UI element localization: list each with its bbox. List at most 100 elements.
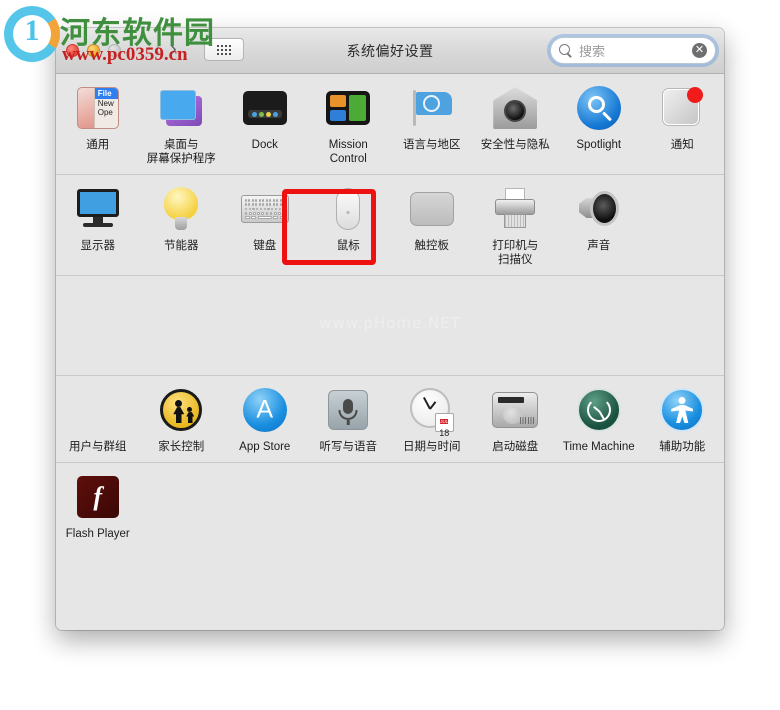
pref-pane-label: 通知: [670, 139, 694, 151]
accessibility-icon: [658, 386, 706, 434]
section-hardware: 显示器 节能器 键盘 鼠标 触控板 打印机与 扫描仪 声音: [56, 174, 724, 275]
pref-pane-flash-player[interactable]: f Flash Player: [56, 463, 140, 549]
time-machine-icon: [575, 386, 623, 434]
search-icon: [559, 43, 573, 58]
date-time-icon: JUL 18: [408, 386, 456, 438]
pane-grid-spacer: [474, 463, 558, 549]
pref-pane-label: 安全性与隐私: [480, 139, 550, 151]
energy-saver-icon: [157, 185, 205, 233]
pane-grid-other: f Flash Player: [56, 463, 724, 549]
pref-pane-label: 声音: [587, 240, 611, 253]
pane-grid-system: 用户与群组 家长控制 A App Store 听写与语音 JUL 18 日期与时…: [56, 376, 724, 462]
general-icon-new-label: New: [97, 99, 114, 108]
app-store-icon: A: [241, 386, 289, 434]
pref-pane-energy-saver[interactable]: 节能器: [140, 175, 224, 275]
pref-pane-label: 桌面与 屏幕保护程序: [146, 139, 216, 166]
pane-grid-spacer: [557, 463, 641, 549]
pref-pane-label: 节能器: [164, 240, 199, 253]
pref-pane-label: 日期与时间: [403, 441, 461, 454]
pref-pane-sound[interactable]: 声音: [557, 175, 641, 275]
pref-pane-language-region[interactable]: 语言与地区: [390, 74, 474, 174]
pref-pane-label: 键盘: [253, 240, 277, 253]
mouse-icon: [324, 185, 372, 233]
pref-pane-trackpad[interactable]: 触控板: [390, 175, 474, 275]
app-store-glyph: A: [256, 395, 274, 424]
pref-pane-printers-scanners[interactable]: 打印机与 扫描仪: [474, 175, 558, 275]
pref-pane-users-groups[interactable]: 用户与群组: [56, 376, 140, 462]
printers-scanners-icon: [491, 185, 539, 233]
pref-pane-label: 鼠标: [336, 240, 360, 253]
preferences-body: File New Ope 通用 桌面与 屏幕保护程序 Dock Mission …: [56, 74, 724, 630]
pref-pane-label: Flash Player: [65, 528, 130, 541]
sound-icon: [575, 185, 623, 233]
pref-pane-notifications[interactable]: 通知: [641, 74, 725, 174]
screenshot-root: ‹ › 系统偏好设置 搜索 ✕ File New Ope 通用 桌面与 屏幕保护…: [0, 0, 780, 710]
pref-pane-keyboard[interactable]: 键盘: [223, 175, 307, 275]
general-icon: File New Ope: [74, 84, 122, 132]
displays-icon: [74, 185, 122, 233]
pref-pane-label: Spotlight: [576, 139, 622, 151]
calendar-month-label: JUL: [440, 419, 449, 425]
notifications-icon: [658, 84, 706, 132]
pref-pane-label: 打印机与 扫描仪: [492, 240, 539, 267]
site-url-watermark: www.pc0359.cn: [62, 44, 188, 65]
pane-grid-spacer: [223, 463, 307, 549]
pref-pane-spotlight[interactable]: Spotlight: [557, 74, 641, 174]
pref-pane-parental-controls[interactable]: 家长控制: [140, 376, 224, 462]
pref-pane-mission-control[interactable]: Mission Control: [307, 74, 391, 174]
spotlight-icon: [575, 84, 623, 132]
pref-pane-desktop-screensaver[interactable]: 桌面与 屏幕保护程序: [140, 74, 224, 174]
calendar-day-label: 18: [439, 428, 450, 439]
users-groups-icon: [74, 386, 122, 434]
pref-pane-dictation-speech[interactable]: 听写与语音: [307, 376, 391, 462]
pref-pane-mouse[interactable]: 鼠标: [307, 175, 391, 275]
pane-grid-spacer: [641, 175, 725, 275]
security-privacy-icon: [491, 84, 539, 132]
pane-grid-spacer: [390, 463, 474, 549]
section-internet-accounts: www.pHome.NET: [56, 275, 724, 375]
system-preferences-window: ‹ › 系统偏好设置 搜索 ✕ File New Ope 通用 桌面与 屏幕保护…: [56, 28, 724, 630]
flash-glyph: f: [93, 482, 103, 512]
flash-player-icon: f: [74, 473, 122, 521]
site-logo-glyph: 1: [24, 14, 40, 47]
desktop-screensaver-icon: [157, 84, 205, 132]
pref-pane-label: 辅助功能: [659, 441, 706, 454]
startup-disk-icon: [491, 386, 539, 434]
pref-pane-label: Time Machine: [562, 441, 635, 454]
pref-pane-label: Dock: [251, 139, 278, 151]
pref-pane-displays[interactable]: 显示器: [56, 175, 140, 275]
trackpad-icon: [408, 185, 456, 233]
pref-pane-label: 触控板: [414, 240, 450, 253]
pref-pane-accessibility[interactable]: 辅助功能: [641, 376, 725, 462]
pref-pane-general[interactable]: File New Ope 通用: [56, 74, 140, 174]
section-system: 用户与群组 家长控制 A App Store 听写与语音 JUL 18 日期与时…: [56, 375, 724, 462]
parental-controls-icon: [157, 386, 205, 434]
pref-pane-label: 听写与语音: [319, 441, 378, 454]
pref-pane-label: 用户与群组: [69, 441, 127, 454]
pane-grid-spacer: [307, 463, 391, 549]
mission-control-icon: [324, 84, 372, 132]
pref-pane-label: App Store: [239, 441, 291, 454]
dock-icon: [241, 84, 289, 132]
pref-pane-label: Mission Control: [328, 139, 368, 166]
pref-pane-dock[interactable]: Dock: [223, 74, 307, 174]
pane-grid-hardware: 显示器 节能器 键盘 鼠标 触控板 打印机与 扫描仪 声音: [56, 175, 724, 275]
pref-pane-label: 语言与地区: [403, 139, 461, 151]
search-field[interactable]: 搜索 ✕: [550, 37, 716, 64]
pref-pane-startup-disk[interactable]: 启动磁盘: [474, 376, 558, 462]
clear-search-icon[interactable]: ✕: [692, 43, 707, 58]
section-other: f Flash Player: [56, 462, 724, 549]
pane-grid-spacer: [140, 463, 224, 549]
center-watermark: www.pHome.NET: [319, 314, 461, 333]
keyboard-icon: [240, 185, 289, 233]
pref-pane-time-machine[interactable]: Time Machine: [557, 376, 641, 462]
section-personal: File New Ope 通用 桌面与 屏幕保护程序 Dock Mission …: [56, 74, 724, 174]
pref-pane-app-store[interactable]: A App Store: [223, 376, 307, 462]
pane-grid-spacer: [641, 463, 725, 549]
pref-pane-security-privacy[interactable]: 安全性与隐私: [474, 74, 558, 174]
site-logo-watermark: 1: [4, 6, 60, 62]
pref-pane-date-time[interactable]: JUL 18 日期与时间: [390, 376, 474, 462]
pref-pane-label: 显示器: [80, 240, 116, 253]
language-region-icon: [408, 84, 456, 132]
general-icon-open-label: Ope: [97, 108, 113, 117]
